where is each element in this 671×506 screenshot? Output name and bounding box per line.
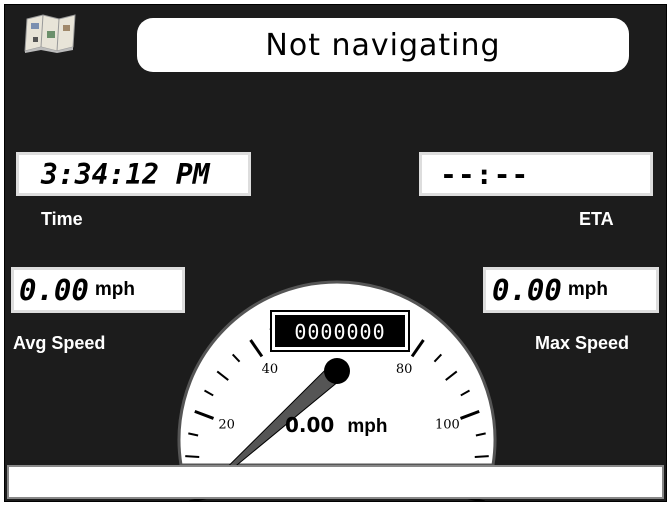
speedometer-tick [474, 455, 489, 458]
speedometer: 020406080100120 0000000 0.00 mph [177, 280, 497, 501]
speedometer-scale-label: 40 [262, 362, 279, 377]
svg-text:0.00 mph: 0.00 mph [285, 413, 387, 437]
speedometer-scale-label: 20 [218, 417, 235, 432]
odometer-value: 0000000 [294, 320, 385, 344]
bottom-status-bar [7, 465, 664, 499]
speedometer-scale-label: 80 [396, 362, 413, 377]
needle-hub [324, 358, 350, 384]
speed-value: 0.00 [285, 413, 334, 437]
speed-unit: mph [347, 416, 387, 437]
speedometer-tick [185, 455, 200, 458]
speedometer-scale-label: 100 [435, 417, 460, 432]
navigation-screen: Not navigating 3:34:12 PM Time --:-- ETA… [4, 4, 667, 502]
